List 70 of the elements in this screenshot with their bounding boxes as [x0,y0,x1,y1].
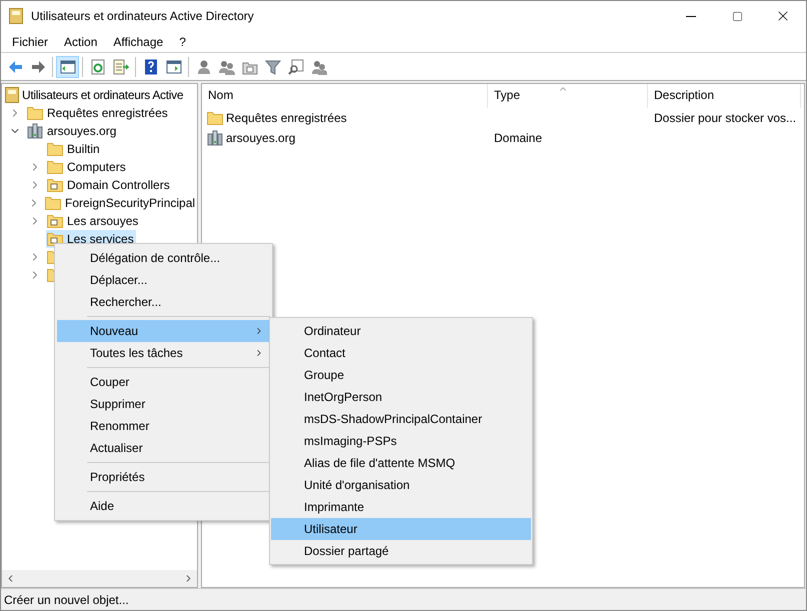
tree-item[interactable]: Domain Controllers [46,176,172,194]
menu-item[interactable]: Ordinateur [271,320,531,342]
tree-item[interactable]: Requêtes enregistrées [26,104,170,122]
maximize-icon [732,10,742,22]
column-header[interactable]: Nom [202,84,488,108]
menu-item[interactable]: InetOrgPerson [271,386,531,408]
menu-item[interactable]: Délégation de contrôle... [57,247,270,269]
refresh-icon [90,58,106,74]
menu-item[interactable]: Utilisateur [271,518,531,540]
menu-item[interactable]: Imprimante [271,496,531,518]
folder-icon [45,196,61,210]
menu-item[interactable]: msDS-ShadowPrincipalContainer [271,408,531,430]
menu-item[interactable]: Toutes les tâches [57,342,270,364]
menu-item[interactable]: Alias de file d'attente MSMQ [271,452,531,474]
users-icon [218,58,234,74]
menu-item[interactable]: msImaging-PSPs [271,430,531,452]
search-icon [288,58,304,74]
menu-item[interactable]: Groupe [271,364,531,386]
folder-icon [47,232,63,246]
folder-icon [47,214,63,228]
tree-item[interactable]: Utilisateurs et ordinateurs Active [5,86,184,104]
column-header[interactable]: Type [488,84,648,108]
folder-icon [27,106,43,120]
tree-item[interactable]: Builtin [46,140,102,158]
tree-item[interactable]: ForeignSecurityPrincipal [44,194,197,212]
folder-icon [47,160,63,174]
tree-pane-icon [60,58,76,74]
export-list-icon [112,58,128,74]
menu-item[interactable]: Propriétés [57,466,270,488]
help-icon [142,58,158,74]
user-icon [196,58,212,74]
back-arrow-icon [6,58,22,74]
description-cell: Dossier pour stocker vos... [654,111,796,125]
server-icon [207,130,223,146]
users-icon [310,58,326,74]
server-icon [27,123,43,139]
menu-item[interactable]: Aide [57,495,270,517]
menu-item[interactable]: Action [56,32,106,52]
action-pane-icon [166,58,182,74]
folder-icon [207,111,223,125]
name-cell[interactable]: Requêtes enregistrées [226,109,347,127]
column-header[interactable]: Description [648,84,801,108]
menu-item[interactable]: Nouveau [57,320,270,342]
folder-icon [47,142,63,156]
status-text: Créer un nouvel objet... [4,592,129,608]
menu-item[interactable]: Affichage [105,32,172,52]
name-cell[interactable]: arsouyes.org [226,129,296,147]
menu-item[interactable]: Dossier partagé [271,540,531,562]
tree-item[interactable]: arsouyes.org [26,122,118,140]
window-title: Utilisateurs et ordinateurs Active Directory [31,8,255,25]
tree-item[interactable]: Les arsouyes [46,212,140,230]
menu-item[interactable]: Renommer [57,415,270,437]
tree-pane-button[interactable] [56,56,79,78]
menu-item[interactable]: Rechercher... [57,291,270,313]
forward-arrow-icon [30,58,46,74]
filter-icon [264,58,280,74]
book-icon [9,8,23,24]
menu-item[interactable]: Déplacer... [57,269,270,291]
book-icon [5,87,19,103]
folder-icon [47,178,63,192]
type-cell: Domaine [494,131,542,145]
menu-item[interactable]: Supprimer [57,393,270,415]
menu-item[interactable]: Actualiser [57,437,270,459]
menu-item[interactable]: Fichier [4,32,56,52]
menu-item[interactable]: Unité d'organisation [271,474,531,496]
menu-item[interactable]: ? [171,32,194,52]
tree-item[interactable]: Computers [46,158,128,176]
menu-item[interactable]: Couper [57,371,270,393]
horizontal-scrollbar[interactable] [2,570,197,587]
menu-item[interactable]: Contact [271,342,531,364]
